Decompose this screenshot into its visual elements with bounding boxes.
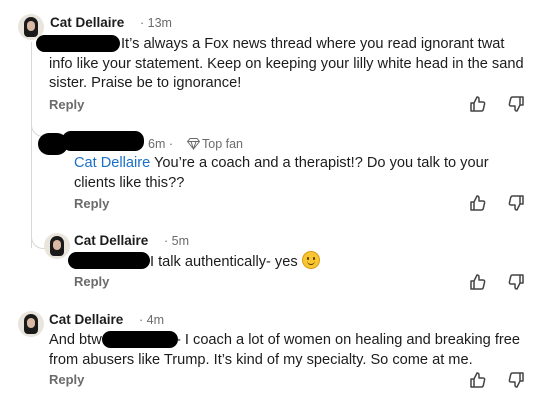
comment-text-line: - I coach a lot of women on healing and … (176, 332, 520, 348)
comment-text-line: I talk authentically- yes (150, 251, 320, 272)
avatar[interactable] (18, 311, 44, 337)
thumbs-up-icon[interactable] (468, 94, 488, 114)
redacted-mention (102, 331, 178, 348)
diamond-icon (187, 138, 200, 150)
reply-button[interactable]: Reply (74, 196, 109, 211)
comment-timestamp: · 4m (139, 313, 164, 327)
comment-text-line: info like your statement. Keep on keepin… (49, 56, 524, 72)
comment-author[interactable]: Cat Dellaire (50, 15, 124, 30)
comment-text-line: And btw (49, 332, 102, 348)
reply-button[interactable]: Reply (49, 372, 84, 387)
comment-author[interactable]: Cat Dellaire (74, 233, 148, 248)
reply-button[interactable]: Reply (74, 274, 109, 289)
thumbs-down-icon[interactable] (506, 272, 526, 292)
thumbs-down-icon[interactable] (506, 370, 526, 390)
redacted-author (62, 131, 144, 151)
comment-text-line: It’s always a Fox news thread where you … (121, 36, 505, 52)
reply-button[interactable]: Reply (49, 97, 84, 112)
avatar[interactable] (44, 233, 70, 259)
thumbs-down-icon[interactable] (506, 193, 526, 213)
comment-text: I talk authentically- yes (150, 254, 298, 270)
comment-text-line: sister. Praise be to ignorance! (49, 75, 242, 91)
smiling-face-emoji (301, 251, 320, 269)
thumbs-up-icon[interactable] (468, 272, 488, 292)
mention-link[interactable]: Cat Dellaire (74, 155, 150, 171)
redacted-mention (68, 252, 150, 269)
comment-text-line: clients like this?? (74, 175, 185, 191)
thumbs-up-icon[interactable] (468, 193, 488, 213)
comment-text-line: Cat Dellaire You’re a coach and a therap… (74, 153, 489, 173)
comment-text: You’re a coach and a therapist!? Do you … (150, 155, 489, 171)
comment-timestamp: · 13m (140, 16, 172, 30)
thumbs-up-icon[interactable] (468, 370, 488, 390)
top-fan-badge: Top fan (202, 137, 244, 151)
comment-text-line: from abusers like Trump. It’s kind of my… (49, 352, 473, 368)
comment-timestamp: 6m · (148, 137, 173, 151)
redacted-mention (36, 35, 120, 52)
thumbs-down-icon[interactable] (506, 94, 526, 114)
comment-author[interactable]: Cat Dellaire (49, 312, 123, 327)
comment-timestamp: · 5m (164, 234, 189, 248)
